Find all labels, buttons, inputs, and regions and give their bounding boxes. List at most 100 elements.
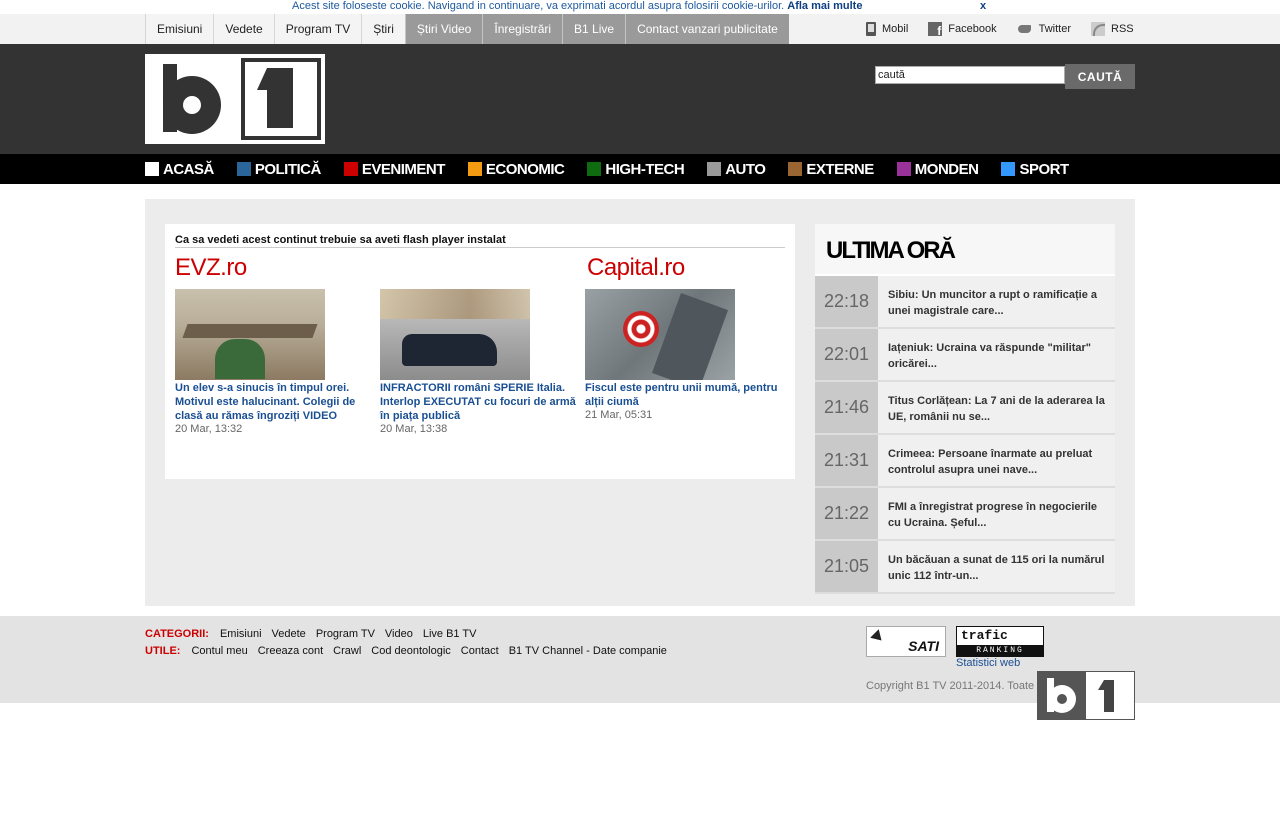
topnav-emisiuni[interactable]: Emisiuni	[145, 14, 214, 44]
story-title[interactable]: INFRACTORII români SPERIE Italia. Interl…	[380, 381, 580, 423]
cursor-icon	[870, 629, 886, 645]
cookie-close-button[interactable]: x	[980, 0, 986, 12]
category-label: HIGH-TECH	[605, 160, 685, 178]
category-high-tech[interactable]: HIGH-TECH	[587, 160, 685, 178]
footer-useful-link[interactable]: Contact	[461, 645, 499, 657]
latest-news-item[interactable]: 21:46 Titus Corlățean: La 7 ani de la ade…	[815, 382, 1115, 435]
cookie-message: Acest site foloseste cookie. Navigand in…	[292, 0, 862, 12]
footer-category-link[interactable]: Emisiuni	[220, 628, 262, 640]
cookie-more-link[interactable]: Afla mai multe	[787, 0, 862, 12]
category-monden[interactable]: MONDEN	[896, 160, 979, 178]
trafic-label: trafic	[961, 628, 1008, 643]
news-headline: Iațeniuk: Ucraina va răspunde "militar" …	[888, 342, 1091, 370]
category-color-square	[145, 162, 159, 176]
footer-category-link[interactable]: Program TV	[316, 628, 375, 640]
category-economic[interactable]: ECONOMIC	[467, 160, 565, 178]
b1-logo-icon	[145, 54, 325, 144]
twitter-icon	[1017, 22, 1033, 36]
news-time: 21:46	[815, 382, 878, 433]
category-politica[interactable]: POLITICĂ	[236, 160, 322, 178]
latest-news-item[interactable]: 21:22 FMI a înregistrat progrese în negoc…	[815, 488, 1115, 541]
capital-brand-link[interactable]: Capital.ro	[587, 254, 685, 282]
category-acasa[interactable]: ACASĂ	[145, 161, 214, 178]
evz-brand-link[interactable]: EVZ.ro	[175, 254, 247, 282]
category-eveniment[interactable]: EVENIMENT	[343, 160, 446, 178]
ranking-label: RANKING	[957, 645, 1043, 656]
news-time: 21:31	[815, 435, 878, 486]
social-rss[interactable]: RSS	[1091, 22, 1134, 36]
topnav-inregistrari[interactable]: Înregistrări	[482, 14, 563, 44]
story-date: 20 Mar, 13:32	[175, 423, 243, 435]
topnav-b1-live[interactable]: B1 Live	[562, 14, 626, 44]
footer-category-link[interactable]: Video	[385, 628, 413, 640]
site-logo[interactable]	[145, 54, 325, 144]
category-externe[interactable]: EXTERNE	[788, 161, 874, 178]
partner-box: Ca sa vedeti acest continut trebuie sa a…	[165, 224, 795, 479]
category-label: MONDEN	[914, 160, 979, 178]
footer-categories: CATEGORII: Emisiuni Vedete Program TV Video…	[145, 628, 486, 640]
footer-useful-links: Contul meu Creeaza cont Crawl Cod deontolog…	[191, 645, 676, 657]
search-button[interactable]: CAUTĂ	[1065, 64, 1135, 89]
category-label: POLITICĂ	[254, 160, 322, 178]
story-title[interactable]: Fiscul este pentru unii mumă, pentru alț…	[585, 381, 785, 409]
social-rss-label: RSS	[1111, 23, 1134, 35]
footer-category-link[interactable]: Live B1 TV	[423, 628, 477, 640]
social-twitter-label: Twitter	[1038, 23, 1072, 35]
category-label: ECONOMIC	[485, 160, 565, 178]
topnav-vedete[interactable]: Vedete	[213, 14, 274, 44]
latest-news-item[interactable]: 22:01 Iațeniuk: Ucraina va răspunde "mili…	[815, 329, 1115, 382]
topnav-program-tv[interactable]: Program TV	[273, 14, 362, 44]
cookie-text: Acest site foloseste cookie. Navigand in…	[292, 0, 785, 12]
top-nav: Emisiuni Vedete Program TV Știri Știri V…	[145, 14, 789, 44]
social-facebook-label: Facebook	[948, 23, 997, 35]
category-sport[interactable]: SPORT	[1001, 161, 1069, 178]
news-time: 21:22	[815, 488, 878, 539]
story-thumbnail[interactable]	[175, 289, 325, 380]
topnav-stiri-video[interactable]: Știri Video	[404, 14, 483, 44]
trafic-ranking-badge[interactable]: trafic RANKING	[956, 626, 1044, 657]
story-date: 21 Mar, 05:31	[585, 409, 653, 421]
latest-news-item[interactable]: 22:18 Sibiu: Un muncitor a rupt o ramific…	[815, 276, 1115, 329]
category-auto[interactable]: AUTO	[707, 160, 766, 178]
partner-story: Fiscul este pentru unii mumă, pentru alț…	[585, 289, 785, 422]
search-input[interactable]	[875, 66, 1065, 84]
category-color-square	[587, 162, 602, 176]
story-date: 20 Mar, 13:38	[380, 423, 448, 435]
social-links: Mobil Facebook Twitter RSS	[866, 14, 1134, 44]
sati-badge[interactable]: SATI	[866, 626, 946, 657]
news-headline: Titus Corlățean: La 7 ani de la aderarea…	[888, 395, 1105, 423]
rss-icon	[1091, 22, 1106, 36]
social-twitter[interactable]: Twitter	[1017, 22, 1071, 36]
footer-category-link[interactable]: Vedete	[272, 628, 306, 640]
footer-categories-label: CATEGORII:	[145, 628, 209, 640]
news-headline: Sibiu: Un muncitor a rupt o ramificație …	[888, 289, 1098, 317]
category-color-square	[896, 162, 911, 176]
topnav-contact-publicitate[interactable]: Contact vanzari publicitate	[625, 14, 789, 44]
news-headline: Crimeea: Persoane înarmate au preluat co…	[888, 448, 1093, 476]
footer-useful-link[interactable]: Crawl	[333, 645, 361, 657]
social-mobil[interactable]: Mobil	[866, 22, 908, 36]
sati-label: SATI	[908, 638, 939, 654]
latest-news-item[interactable]: 21:05 Un băcăuan a sunat de 115 ori la nu…	[815, 541, 1115, 594]
footer-useful-link[interactable]: Cod deontologic	[371, 645, 451, 657]
footer-useful-link[interactable]: Contul meu	[191, 645, 247, 657]
footer-useful-link[interactable]: B1 TV Channel - Date companie	[509, 645, 667, 657]
stats-link[interactable]: Statistici web	[956, 657, 1020, 669]
topnav-stiri[interactable]: Știri	[361, 14, 405, 44]
story-title[interactable]: Un elev s-a sinucis în timpul orei. Moti…	[175, 381, 375, 423]
story-thumbnail[interactable]	[380, 289, 530, 380]
news-time: 22:01	[815, 329, 878, 380]
flash-note: Ca sa vedeti acest continut trebuie sa a…	[175, 234, 785, 248]
story-thumbnail[interactable]	[585, 289, 735, 380]
footer-logo[interactable]	[1037, 671, 1135, 720]
category-label: AUTO	[725, 160, 766, 178]
b1-logo-icon	[1038, 672, 1134, 719]
latest-news-item[interactable]: 21:31 Crimeea: Persoane înarmate au prelu…	[815, 435, 1115, 488]
category-color-square	[788, 162, 803, 176]
partner-story: Un elev s-a sinucis în timpul orei. Moti…	[175, 289, 375, 436]
latest-news-title: ULTIMA ORĂ	[826, 237, 956, 264]
category-nav: ACASĂ POLITICĂ EVENIMENT ECONOMIC HIGH-TECH A…	[145, 154, 1069, 184]
footer-useful-link[interactable]: Creeaza cont	[258, 645, 323, 657]
category-label: EVENIMENT	[361, 160, 446, 178]
social-facebook[interactable]: Facebook	[928, 22, 997, 38]
